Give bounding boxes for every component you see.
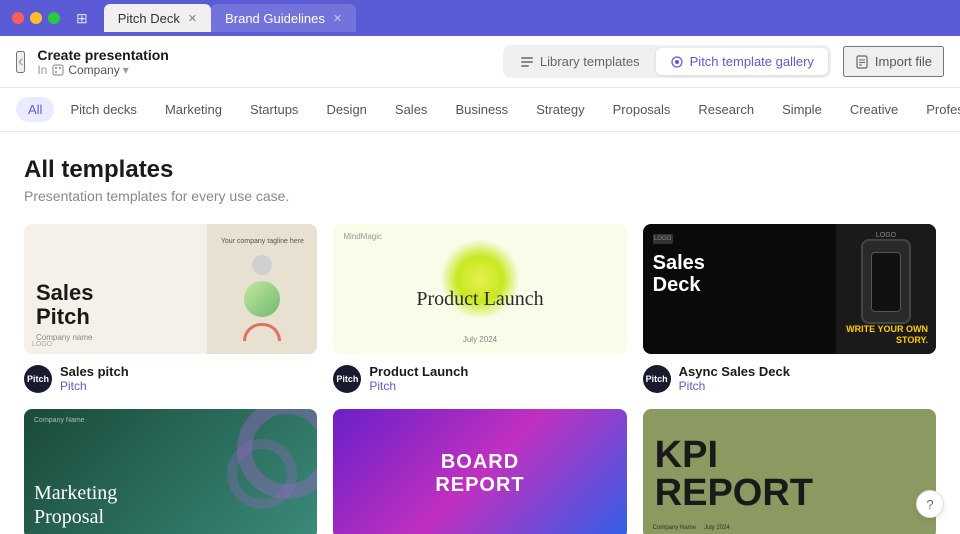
template-author-async-sales: Pitch xyxy=(679,379,790,393)
filter-startups[interactable]: Startups xyxy=(238,97,310,122)
template-info-product-launch: Product Launch Pitch xyxy=(369,364,468,393)
asd-write: WRITE YOUR OWN STORY. xyxy=(844,324,928,346)
template-thumb-sales-pitch: SalesPitch Company name LOGO Your compan… xyxy=(24,224,317,354)
ssp-dot-icon xyxy=(252,255,272,275)
asd-phone-icon xyxy=(861,239,911,324)
pl-brand: MindMagic xyxy=(343,232,382,241)
company-icon xyxy=(51,63,65,77)
template-name-async-sales: Async Sales Deck xyxy=(679,364,790,379)
tab-brand-guidelines[interactable]: Brand Guidelines ✕ xyxy=(211,4,356,32)
template-thumb-board-report: BOARDREPORT xyxy=(333,409,626,534)
filter-simple[interactable]: Simple xyxy=(770,97,834,122)
titlebar: ⊞ Pitch Deck ✕ Brand Guidelines ✕ xyxy=(0,0,960,36)
ssp-logo: LOGO xyxy=(32,341,52,348)
pl-date: July 2024 xyxy=(463,335,497,344)
ssp-left: SalesPitch Company name LOGO xyxy=(24,224,207,354)
template-switcher: Library templates Pitch template gallery xyxy=(503,45,831,78)
template-card-marketing-proposal[interactable]: Company Name MarketingProposal Pitch Mar… xyxy=(24,409,317,534)
template-author-product-launch: Pitch xyxy=(369,379,468,393)
filter-sales[interactable]: Sales xyxy=(383,97,440,122)
kpi-footer: Company NameJuly 2024 xyxy=(653,525,730,531)
import-icon xyxy=(855,55,869,69)
template-name-product-launch: Product Launch xyxy=(369,364,468,379)
ssp-company: Company name xyxy=(36,333,195,342)
help-button[interactable]: ? xyxy=(916,490,944,518)
main-content: All templates Presentation templates for… xyxy=(0,132,960,534)
filter-research[interactable]: Research xyxy=(686,97,766,122)
asd-right: LOGO WRITE YOUR OWN STORY. xyxy=(836,224,936,354)
template-meta-sales-pitch: Pitch Sales pitch Pitch xyxy=(24,364,317,393)
filter-professional[interactable]: Professional xyxy=(914,97,960,122)
template-author-sales-pitch: Pitch xyxy=(60,379,129,393)
filter-pitch-decks[interactable]: Pitch decks xyxy=(58,97,148,122)
kpi-title: KPIREPORT xyxy=(655,436,813,512)
mp-circle2 xyxy=(227,439,297,509)
asd-title: SalesDeck xyxy=(653,252,826,296)
filter-design[interactable]: Design xyxy=(314,97,378,122)
tab-brand-guidelines-close[interactable]: ✕ xyxy=(333,12,342,25)
template-meta-async-sales: Pitch Async Sales Deck Pitch xyxy=(643,364,936,393)
template-avatar-async-sales: Pitch xyxy=(643,365,671,393)
library-templates-button[interactable]: Library templates xyxy=(506,48,654,75)
toolbar: ‹ Create presentation In Company ▾ Libra… xyxy=(0,36,960,88)
import-file-button[interactable]: Import file xyxy=(843,46,944,77)
pl-main-text: Product Launch xyxy=(416,288,543,311)
template-avatar-sales-pitch: Pitch xyxy=(24,365,52,393)
filter-bar: All Pitch decks Marketing Startups Desig… xyxy=(0,88,960,132)
template-info-async-sales: Async Sales Deck Pitch xyxy=(679,364,790,393)
tab-bar: Pitch Deck ✕ Brand Guidelines ✕ xyxy=(104,4,356,32)
traffic-lights xyxy=(12,12,60,24)
library-icon xyxy=(520,55,534,69)
br-title: BOARDREPORT xyxy=(435,451,524,497)
create-sub: In Company ▾ xyxy=(37,63,168,77)
fullscreen-traffic-light[interactable] xyxy=(48,12,60,24)
asd-logo: LOGO xyxy=(653,234,673,244)
tab-pitch-deck-close[interactable]: ✕ xyxy=(188,12,197,25)
filter-proposals[interactable]: Proposals xyxy=(601,97,683,122)
template-info-sales-pitch: Sales pitch Pitch xyxy=(60,364,129,393)
template-card-board-report[interactable]: BOARDREPORT Pitch Board Report Pitch xyxy=(333,409,626,534)
template-card-product-launch[interactable]: Product Launch July 2024 MindMagic Pitch… xyxy=(333,224,626,393)
template-name-sales-pitch: Sales pitch xyxy=(60,364,129,379)
tab-brand-guidelines-label: Brand Guidelines xyxy=(225,11,325,26)
filter-all[interactable]: All xyxy=(16,97,54,122)
tab-pitch-deck[interactable]: Pitch Deck ✕ xyxy=(104,4,211,32)
section-title: All templates xyxy=(24,156,936,184)
create-info: Create presentation In Company ▾ xyxy=(37,47,168,77)
template-thumb-kpi-report: KPIREPORT Company NameJuly 2024 xyxy=(643,409,936,534)
create-title: Create presentation xyxy=(37,47,168,63)
section-subtitle: Presentation templates for every use cas… xyxy=(24,188,936,204)
close-traffic-light[interactable] xyxy=(12,12,24,24)
template-card-sales-pitch[interactable]: SalesPitch Company name LOGO Your compan… xyxy=(24,224,317,393)
grid-icon[interactable]: ⊞ xyxy=(76,10,88,27)
template-card-kpi-report[interactable]: KPIREPORT Company NameJuly 2024 Pitch KP… xyxy=(643,409,936,534)
ssp-right: Your company tagline here xyxy=(207,224,317,354)
tab-pitch-deck-label: Pitch Deck xyxy=(118,11,180,26)
filter-creative[interactable]: Creative xyxy=(838,97,910,122)
template-avatar-product-launch: Pitch xyxy=(333,365,361,393)
gallery-icon xyxy=(670,55,684,69)
pitch-template-gallery-button[interactable]: Pitch template gallery xyxy=(656,48,828,75)
mp-company: Company Name xyxy=(34,417,85,424)
minimize-traffic-light[interactable] xyxy=(30,12,42,24)
back-button[interactable]: ‹ xyxy=(16,51,25,73)
template-thumb-marketing-proposal: Company Name MarketingProposal xyxy=(24,409,317,534)
ssp-circle-icon xyxy=(244,281,280,317)
asd-logo-badge: LOGO xyxy=(876,232,896,239)
filter-marketing[interactable]: Marketing xyxy=(153,97,234,122)
filter-strategy[interactable]: Strategy xyxy=(524,97,596,122)
template-card-async-sales[interactable]: LOGO SalesDeck LOGO WRITE YOUR OWN STORY… xyxy=(643,224,936,393)
template-thumb-product-launch: Product Launch July 2024 MindMagic xyxy=(333,224,626,354)
ssp-tagline: Your company tagline here xyxy=(221,238,304,245)
ssp-main-title: SalesPitch xyxy=(36,281,195,329)
filter-business[interactable]: Business xyxy=(443,97,520,122)
asd-left: LOGO SalesDeck xyxy=(643,224,836,354)
mp-title: MarketingProposal xyxy=(34,481,117,529)
ssp-arch-icon xyxy=(243,323,281,341)
templates-grid: SalesPitch Company name LOGO Your compan… xyxy=(24,224,936,534)
template-thumb-async-sales: LOGO SalesDeck LOGO WRITE YOUR OWN STORY… xyxy=(643,224,936,354)
template-meta-product-launch: Pitch Product Launch Pitch xyxy=(333,364,626,393)
